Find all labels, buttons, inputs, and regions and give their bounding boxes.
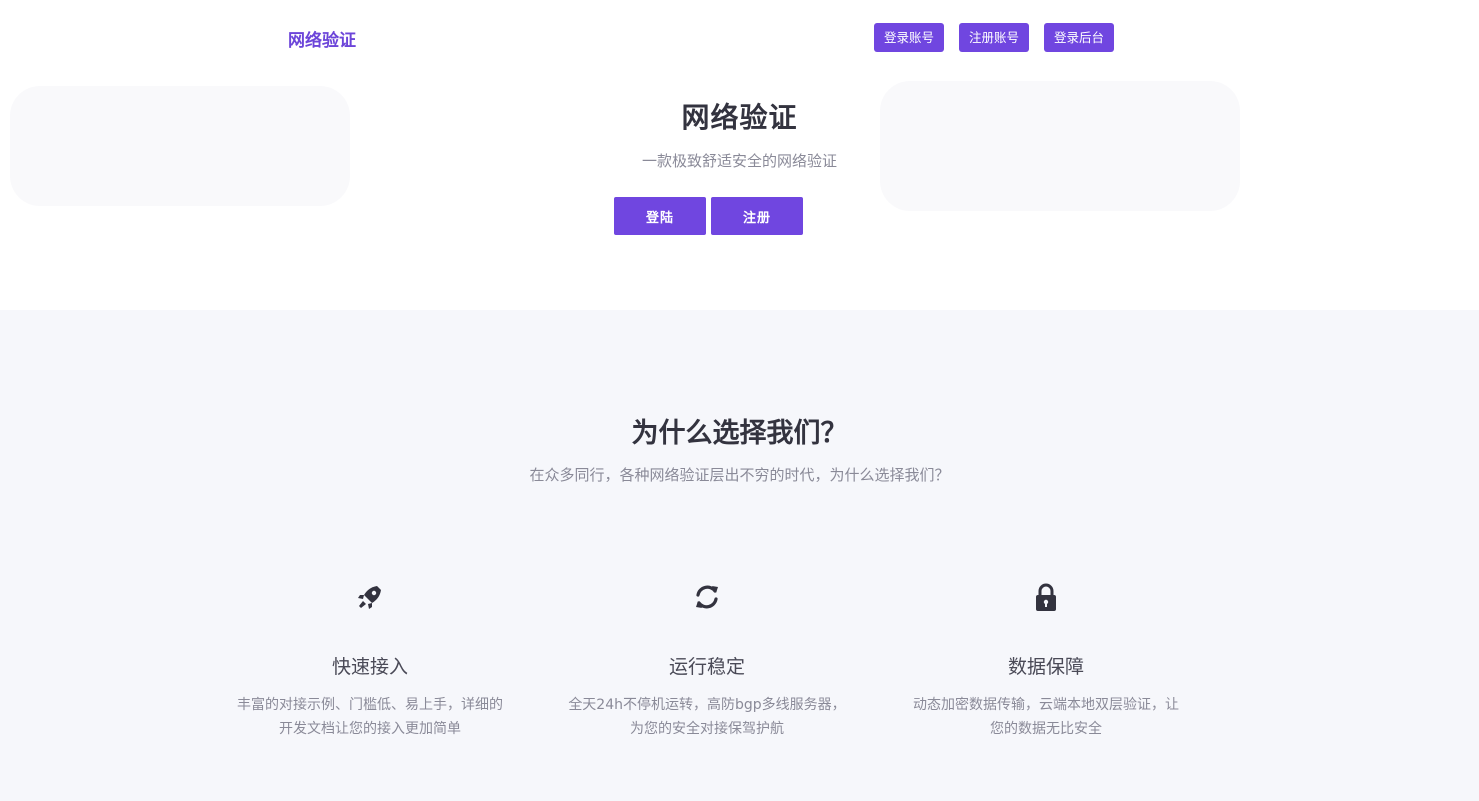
register-account-button[interactable]: 注册账号 bbox=[959, 23, 1029, 52]
feature-card-fast-integration: 快速接入 丰富的对接示例、门槛低、易上手，详细的 开发文档让您的接入更加简单 bbox=[220, 580, 520, 741]
feature-card-data-security: 数据保障 动态加密数据传输，云端本地双层验证，让 您的数据无比安全 bbox=[896, 580, 1196, 741]
rocket-icon bbox=[358, 586, 381, 609]
feature-description-line: 您的数据无比安全 bbox=[990, 721, 1102, 737]
feature-description: 丰富的对接示例、门槛低、易上手，详细的 开发文档让您的接入更加简单 bbox=[225, 693, 515, 741]
page: 网络验证 登录账号 注册账号 登录后台 网络验证 一款极致舒适安全的网络验证 登… bbox=[0, 0, 1479, 801]
navbar: 网络验证 登录账号 注册账号 登录后台 bbox=[0, 0, 1479, 76]
features-title: 为什么选择我们？ bbox=[631, 418, 848, 449]
feature-description-line: 开发文档让您的接入更加简单 bbox=[279, 721, 461, 737]
feature-description-line: 全天24h不停机运转，高防bgp多线服务器， bbox=[568, 697, 846, 713]
lock-icon bbox=[1036, 583, 1056, 611]
feature-description: 动态加密数据传输，云端本地双层验证，让 您的数据无比安全 bbox=[901, 693, 1191, 741]
feature-title: 数据保障 bbox=[1007, 656, 1084, 678]
feature-card-stable-running: 运行稳定 全天24h不停机运转，高防bgp多线服务器， 为您的安全对接保驾护航 bbox=[557, 580, 857, 741]
admin-login-button[interactable]: 登录后台 bbox=[1044, 23, 1114, 52]
login-account-button[interactable]: 登录账号 bbox=[874, 23, 944, 52]
hero-section: 网络验证 一款极致舒适安全的网络验证 登陆 注册 bbox=[0, 76, 1479, 310]
feature-description: 全天24h不停机运转，高防bgp多线服务器， 为您的安全对接保驾护航 bbox=[562, 693, 852, 741]
feature-description-line: 为您的安全对接保驾护航 bbox=[630, 721, 784, 737]
hero-title: 网络验证 bbox=[681, 101, 798, 134]
feature-description-line: 丰富的对接示例、门槛低、易上手，详细的 bbox=[237, 697, 503, 713]
hero-register-button[interactable]: 注册 bbox=[711, 197, 803, 235]
features-section: 为什么选择我们？ 在众多同行，各种网络验证层出不穷的时代，为什么选择我们？ 快速… bbox=[0, 310, 1479, 801]
features-subtitle: 在众多同行，各种网络验证层出不穷的时代，为什么选择我们？ bbox=[529, 466, 950, 484]
refresh-icon bbox=[696, 585, 718, 609]
feature-description-line: 动态加密数据传输，云端本地双层验证，让 bbox=[913, 697, 1179, 713]
feature-title: 快速接入 bbox=[331, 656, 408, 678]
hero-subtitle: 一款极致舒适安全的网络验证 bbox=[641, 152, 837, 170]
hero-login-button[interactable]: 登陆 bbox=[614, 197, 706, 235]
feature-title: 运行稳定 bbox=[668, 656, 745, 678]
brand-logo-text[interactable]: 网络验证 bbox=[288, 26, 356, 51]
